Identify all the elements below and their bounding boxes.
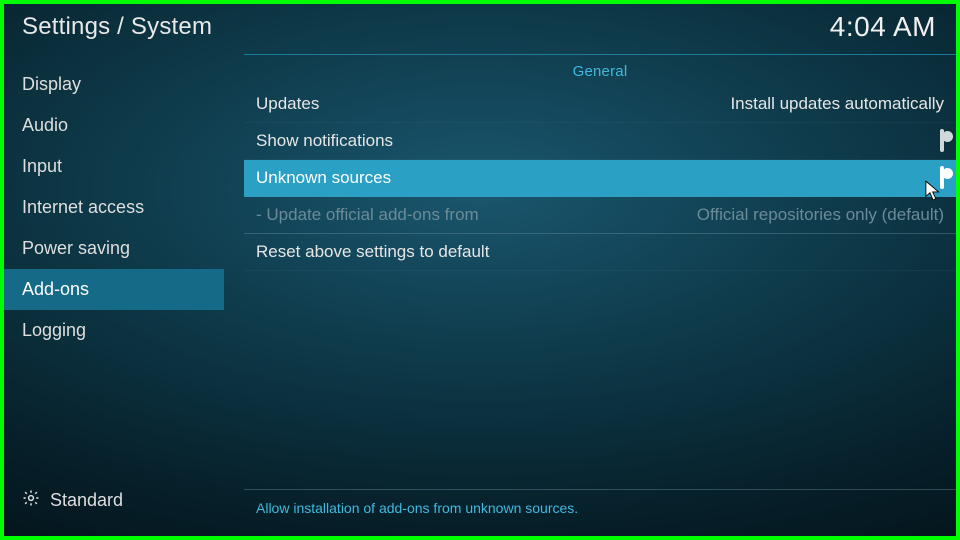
settings-level-label: Standard [50,490,123,511]
sidebar-item-logging[interactable]: Logging [4,310,224,351]
row-show-notifications[interactable]: Show notifications [244,123,956,160]
toggle-icon [940,166,944,189]
toggle-off[interactable] [940,131,944,151]
main-panel: General Updates Install updates automati… [224,54,956,536]
row-label: Show notifications [256,131,393,151]
sidebar-item-input[interactable]: Input [4,146,224,187]
sidebar-item-label: Power saving [22,238,130,258]
row-label: - Update official add-ons from [256,205,479,225]
sidebar-item-internet-access[interactable]: Internet access [4,187,224,228]
row-value: Official repositories only (default) [697,205,944,225]
row-label: Updates [256,94,319,114]
settings-level-button[interactable]: Standard [4,479,224,536]
sidebar-item-label: Audio [22,115,68,135]
sidebar-item-label: Add-ons [22,279,89,299]
row-value: Install updates automatically [730,94,944,114]
row-label: Reset above settings to default [256,242,489,262]
gear-icon [22,489,40,512]
breadcrumb: Settings / System [22,13,212,41]
toggle-icon [940,129,944,152]
header: Settings / System 4:04 AM [4,4,956,54]
row-update-official-addons-from[interactable]: - Update official add-ons from Official … [244,197,956,234]
sidebar-item-label: Internet access [22,197,144,217]
sidebar-item-label: Input [22,156,62,176]
sidebar-item-add-ons[interactable]: Add-ons [4,269,224,310]
clock: 4:04 AM [830,11,936,43]
sidebar-nav: Display Audio Input Internet access Powe… [4,64,224,351]
section-header: General [244,55,956,86]
toggle-off[interactable] [940,168,944,188]
row-updates[interactable]: Updates Install updates automatically [244,86,956,123]
sidebar-item-label: Display [22,74,81,94]
sidebar-item-display[interactable]: Display [4,64,224,105]
row-reset-defaults[interactable]: Reset above settings to default [244,234,956,271]
sidebar-item-audio[interactable]: Audio [4,105,224,146]
help-text: Allow installation of add-ons from unkno… [244,489,956,536]
sidebar: Display Audio Input Internet access Powe… [4,54,224,536]
sidebar-item-power-saving[interactable]: Power saving [4,228,224,269]
row-label: Unknown sources [256,168,391,188]
row-unknown-sources[interactable]: Unknown sources [244,160,956,197]
sidebar-item-label: Logging [22,320,86,340]
